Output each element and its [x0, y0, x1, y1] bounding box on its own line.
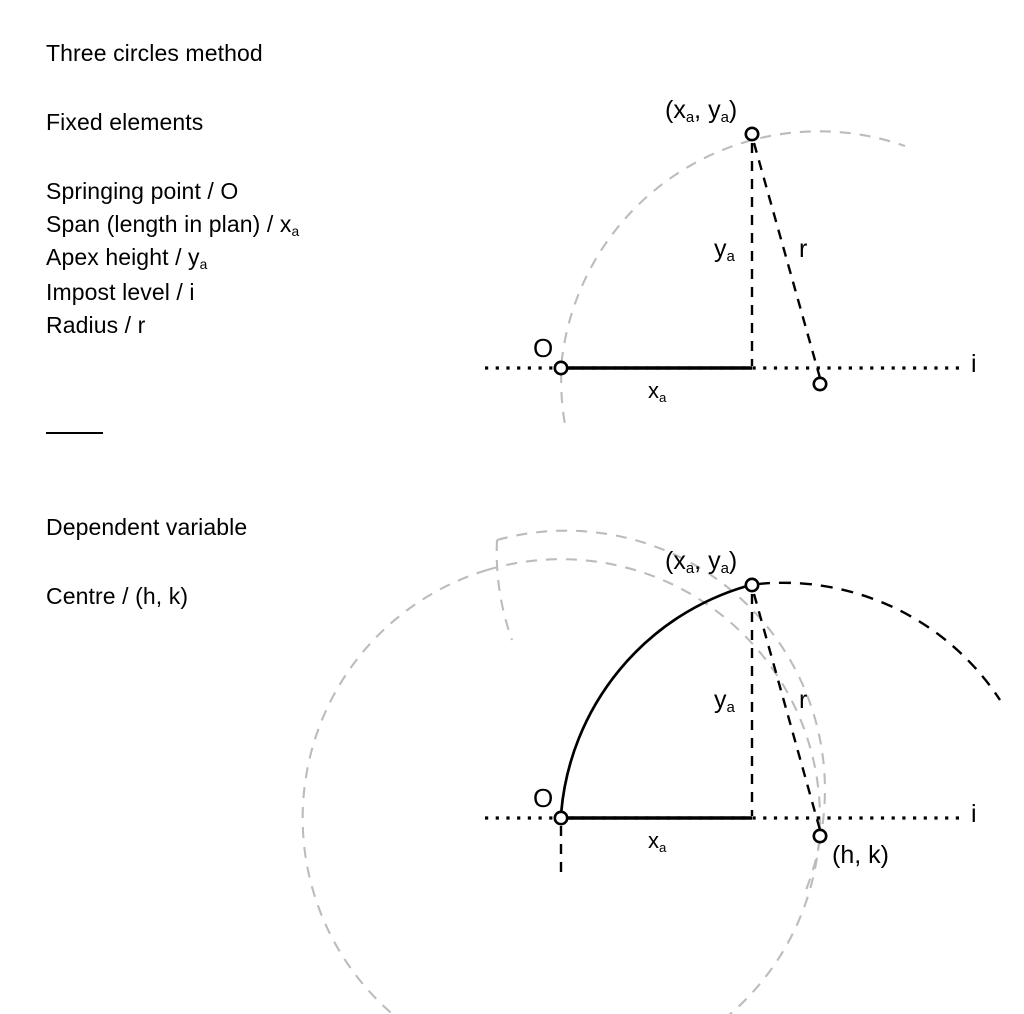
springing-point-label-top: O — [533, 333, 554, 363]
span-label-subscript-top: a — [659, 389, 667, 405]
apex-point-marker-top — [744, 126, 760, 142]
apex-height-label-subscript-bottom: a — [726, 699, 735, 717]
apex-height-label-text-top: y — [714, 235, 727, 263]
centre-coordinate-label-bottom: (h, k) — [832, 841, 889, 869]
span-label-text-bottom: x — [648, 828, 659, 853]
springing-point-marker-bottom — [553, 810, 569, 826]
apex-label-close: ) — [728, 96, 738, 124]
apex-coordinate-label-bottom: (xa, ya) — [665, 547, 738, 578]
apex-label-open-bottom: (x — [665, 547, 686, 575]
construction-arc-tail — [560, 371, 568, 431]
apex-point-marker-bottom — [744, 577, 760, 593]
span-label-top: xa — [648, 378, 667, 405]
span-label-text-top: x — [648, 378, 659, 403]
span-label-bottom: xa — [648, 828, 667, 855]
apex-coordinate-label-top: (xa, ya) — [665, 96, 738, 127]
radius-label-top: r — [799, 235, 808, 263]
impost-level-label-bottom: i — [971, 800, 977, 828]
radius-line-bottom — [752, 593, 822, 831]
arch-arc-dashed-continuation — [757, 581, 1002, 701]
apex-height-label-top: ya — [714, 235, 735, 266]
radius-line-top — [752, 142, 822, 379]
construction-circle-from-springing-point-lower — [728, 817, 822, 1014]
diagram-top-group — [485, 126, 960, 431]
apex-label-comma-bottom: , y — [694, 547, 721, 575]
construction-circle-from-apex-lower-tail — [805, 839, 822, 891]
diagram-bottom-group — [301, 529, 1002, 1014]
apex-height-label-subscript-top: a — [726, 248, 735, 266]
centre-point-marker-bottom — [812, 828, 828, 844]
construction-circle-from-springing-point-upper — [486, 558, 822, 819]
apex-label-comma: , y — [694, 96, 721, 124]
apex-label-open: (x — [665, 96, 686, 124]
apex-label-y-subscript-bottom: a — [720, 560, 729, 578]
apex-label-y-subscript: a — [720, 109, 729, 127]
centre-point-marker-top — [812, 376, 828, 392]
apex-label-x-subscript: a — [685, 109, 695, 127]
construction-circle-from-springing-point — [301, 568, 488, 1014]
radius-label-bottom: r — [799, 686, 808, 714]
apex-height-label-bottom: ya — [714, 686, 735, 717]
apex-height-label-text-bottom: y — [714, 686, 727, 714]
construction-circle-from-apex-tail — [495, 539, 513, 641]
impost-level-label-top: i — [971, 350, 977, 378]
apex-label-x-subscript-bottom: a — [685, 560, 695, 578]
diagram-page: Three circles method Fixed elements Spri… — [0, 0, 1024, 1014]
apex-label-close-bottom: ) — [728, 547, 738, 575]
springing-point-marker-top — [553, 360, 569, 376]
span-label-subscript-bottom: a — [659, 839, 667, 855]
springing-point-label-bottom: O — [533, 783, 554, 813]
